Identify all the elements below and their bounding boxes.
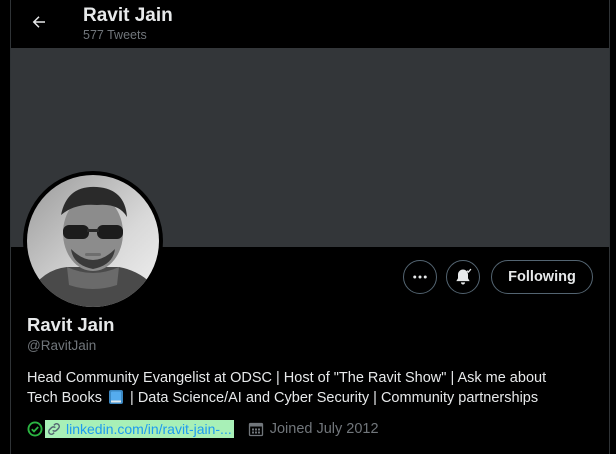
profile-handle: @RavitJain: [27, 338, 97, 353]
profile-website-link[interactable]: linkedin.com/in/ravit-jain-...: [45, 420, 234, 438]
profile-name: Ravit Jain: [27, 314, 115, 335]
bio-text: | Data Science/AI and Cyber Security | C…: [130, 390, 539, 406]
green-check-icon: [27, 421, 43, 437]
bio-line-1: Head Community Evangelist at ODSC | Host…: [27, 370, 547, 386]
tweet-count: 577 Tweets: [83, 28, 147, 42]
header-name: Ravit Jain: [83, 5, 173, 26]
calendar-icon: [248, 422, 263, 437]
website-link-text[interactable]: linkedin.com/in/ravit-jain-...: [66, 421, 232, 437]
profile-meta: linkedin.com/in/ravit-jain-... Joined Ju…: [27, 419, 379, 439]
back-button[interactable]: [25, 8, 53, 36]
bio-text: Tech Books: [27, 390, 102, 406]
profile-page: Ravit Jain 577 Tweets Following Ravit Ja…: [0, 0, 616, 454]
column-border-right: [609, 0, 610, 454]
avatar[interactable]: [23, 171, 163, 311]
more-options-button[interactable]: [403, 260, 437, 294]
notifications-button[interactable]: [446, 260, 480, 294]
joined-date: Joined July 2012: [269, 421, 379, 437]
link-icon: [48, 423, 60, 435]
bell-check-icon: [456, 268, 472, 285]
blue-book-icon: [109, 390, 123, 404]
more-horizontal-icon: [413, 275, 427, 279]
profile-header-bar: Ravit Jain 577 Tweets: [11, 0, 609, 48]
bio-line-2: Tech Books | Data Science/AI and Cyber S…: [27, 388, 587, 408]
arrow-left-icon: [32, 16, 45, 28]
avatar-photo: [27, 175, 159, 307]
following-button[interactable]: Following: [491, 260, 593, 294]
profile-bio: Head Community Evangelist at ODSC | Host…: [27, 368, 587, 408]
